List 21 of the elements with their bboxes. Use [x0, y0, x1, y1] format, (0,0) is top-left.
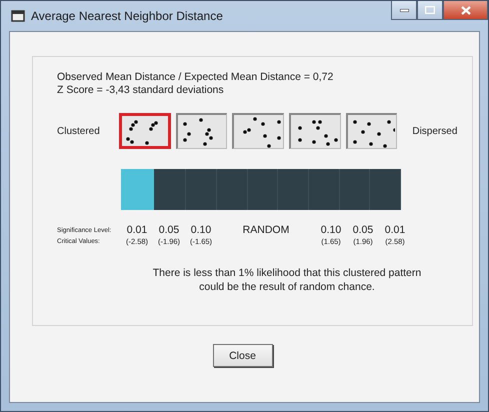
clustered-label: Clustered — [57, 126, 101, 136]
maximize-icon — [425, 6, 435, 14]
significance-value: 0.01 — [126, 224, 148, 236]
window-title: Average Nearest Neighbor Distance — [31, 9, 223, 23]
close-window-button[interactable] — [443, 1, 488, 20]
maximize-button[interactable] — [417, 1, 443, 20]
result-text: Z Score = -3,43 standard deviations — [57, 84, 225, 97]
significance-value: 0.01 — [384, 224, 406, 236]
close-button[interactable]: Close — [212, 344, 272, 367]
window-icon — [11, 10, 25, 22]
significance-value: 0.05 — [352, 224, 374, 236]
significance-value: 0.05 — [158, 224, 180, 236]
minimize-button[interactable] — [391, 1, 417, 20]
result-text: Observed Mean Distance / Expected Mean Distance = 0,72 — [57, 71, 334, 84]
dispersed-label: Dispersed — [412, 126, 458, 136]
result-message: There is less than 1% likelihood that this clustered pattern could be the result of random chance. — [152, 266, 422, 294]
minimize-icon — [400, 8, 408, 12]
significance-value: RANDOM — [242, 224, 290, 236]
significance-value: 0.10 — [320, 224, 342, 236]
close-icon — [460, 6, 470, 14]
significance-value: 0.10 — [190, 224, 212, 236]
